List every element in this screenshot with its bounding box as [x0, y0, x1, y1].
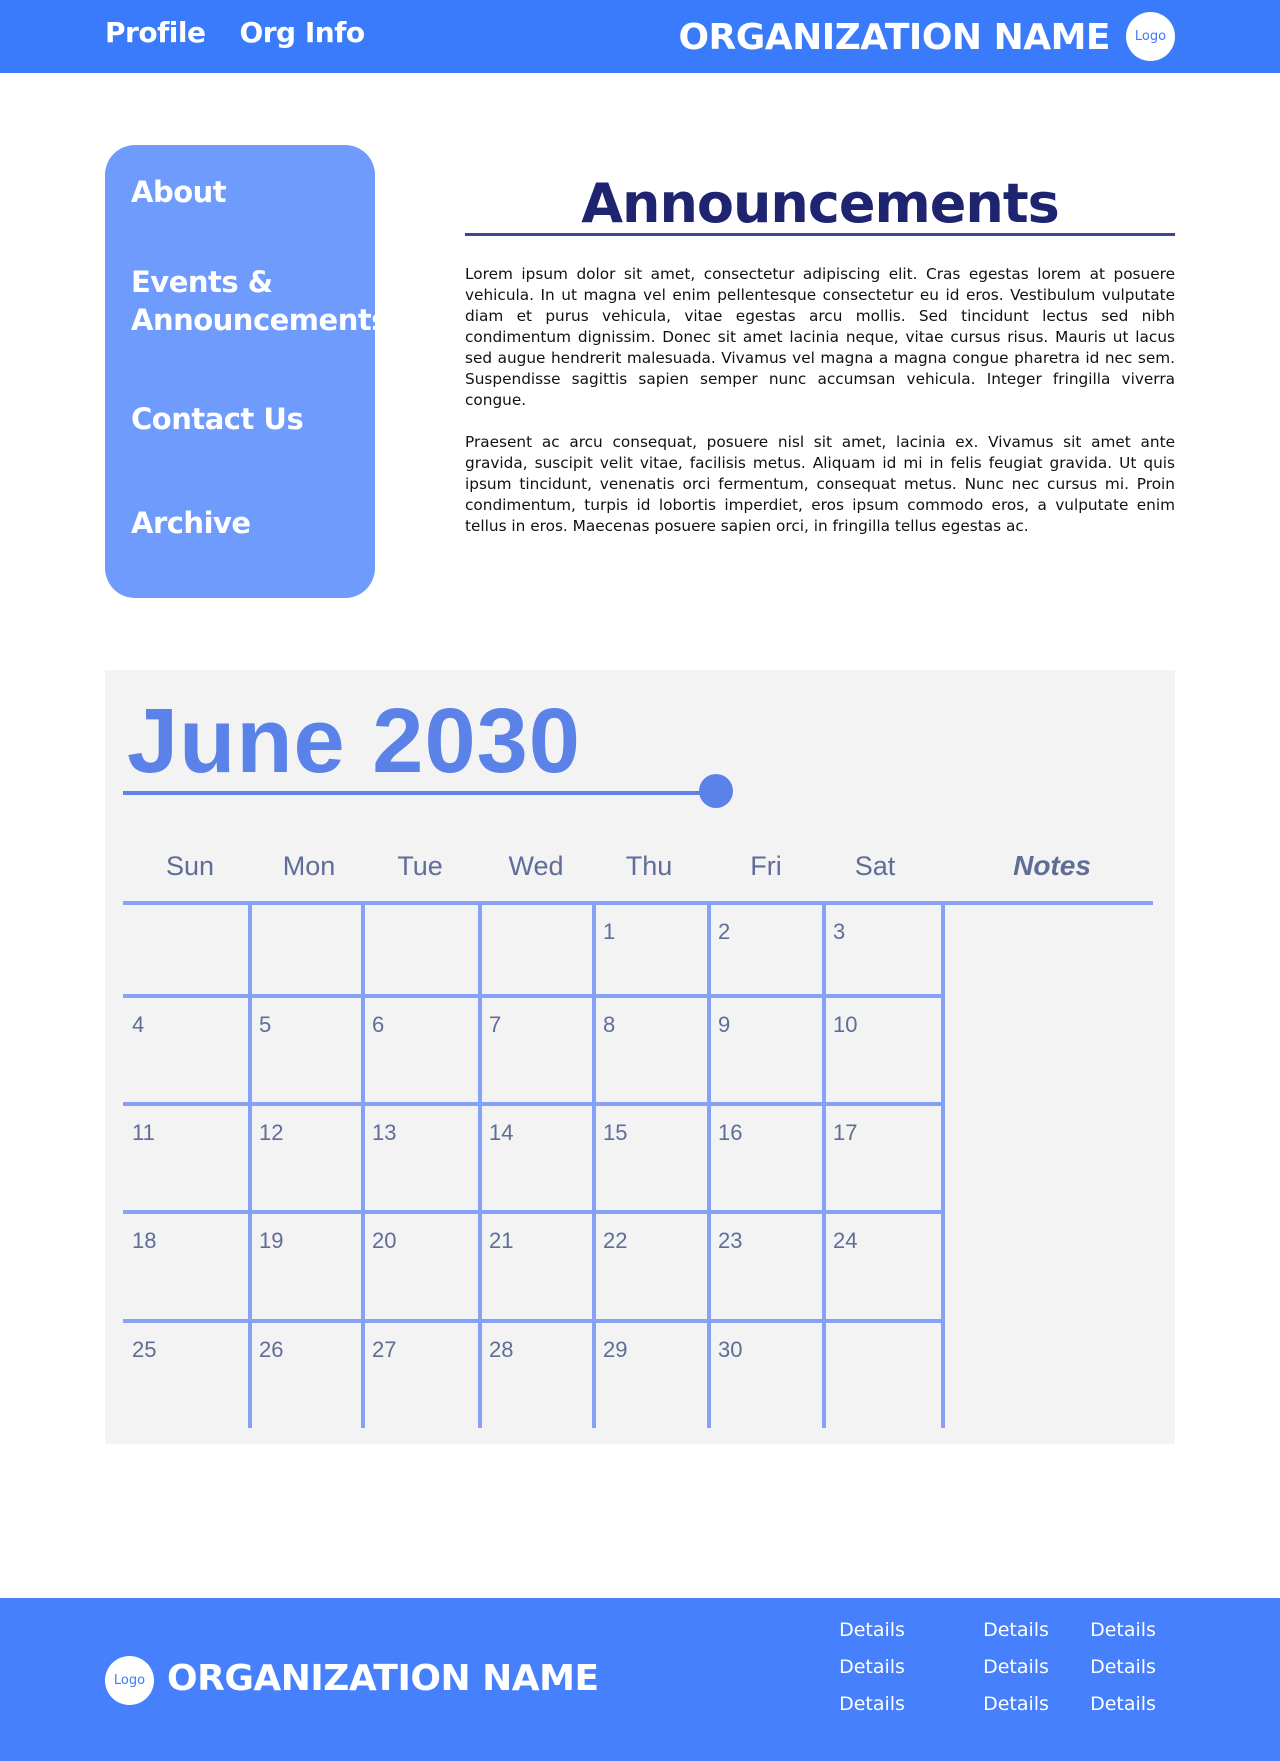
nav-profile-link[interactable]: Profile — [105, 16, 206, 49]
announcement-paragraph: Lorem ipsum dolor sit amet, consectetur … — [465, 265, 1175, 409]
calendar-day-cell[interactable]: 28 — [489, 1337, 513, 1362]
calendar-day-cell[interactable]: 1 — [603, 919, 615, 944]
calendar-day-cell[interactable]: 13 — [372, 1120, 396, 1145]
footer-details-link[interactable]: Details — [800, 1618, 944, 1642]
footer-details-link[interactable]: Details — [800, 1692, 944, 1716]
footer-details-link[interactable]: Details — [1088, 1692, 1158, 1716]
sidebar-item-events-announcements[interactable]: Events & Announcements — [131, 263, 388, 339]
calendar-day-cell[interactable]: 30 — [718, 1337, 742, 1362]
calendar-day-cell[interactable]: 15 — [603, 1120, 627, 1145]
calendar-day-cell[interactable]: 26 — [259, 1337, 283, 1362]
top-nav: Profile Org Info — [105, 16, 365, 49]
calendar-weekday-mon: Mon — [283, 851, 336, 881]
calendar-day-cell[interactable]: 23 — [718, 1228, 742, 1253]
calendar-day-cell[interactable]: 2 — [718, 919, 730, 944]
calendar-day-cell[interactable]: 11 — [132, 1120, 155, 1145]
header-logo[interactable]: Logo — [1126, 12, 1175, 61]
calendar-month-title: June 2030 — [127, 690, 581, 792]
calendar-day-cell[interactable]: 10 — [833, 1012, 857, 1037]
footer: Logo ORGANIZATION NAME Details Details D… — [0, 1598, 1280, 1761]
calendar-day-cell[interactable]: 19 — [259, 1228, 283, 1253]
sidebar-item-about[interactable]: About — [131, 173, 227, 211]
calendar-day-cell[interactable]: 5 — [259, 1012, 271, 1037]
footer-details-link[interactable]: Details — [800, 1655, 944, 1679]
footer-details-link[interactable]: Details — [944, 1655, 1088, 1679]
announcement-paragraph: Praesent ac arcu consequat, posuere nisl… — [465, 433, 1175, 535]
calendar-panel: June 2030 Sun Mon Tue Wed Thu Fri Sat Notes 12… — [105, 670, 1175, 1444]
calendar-day-cell[interactable]: 8 — [603, 1012, 615, 1037]
calendar-day-cell[interactable]: 25 — [132, 1337, 156, 1362]
calendar-graphic: June 2030 Sun Mon Tue Wed Thu Fri Sat Notes 12… — [123, 690, 1153, 1428]
announcements-title: Announcements — [581, 172, 1060, 235]
announcements-body: Lorem ipsum dolor sit amet, consectetur … — [465, 264, 1175, 537]
calendar-day-cell[interactable]: 9 — [718, 1012, 730, 1037]
calendar-title-dot — [699, 774, 733, 808]
sidebar-item-archive[interactable]: Archive — [131, 504, 251, 542]
sidebar-item-contact-us[interactable]: Contact Us — [131, 400, 304, 438]
calendar-day-cell[interactable]: 18 — [132, 1228, 156, 1253]
calendar-day-cell[interactable]: 22 — [603, 1228, 627, 1253]
calendar-day-cell[interactable]: 16 — [718, 1120, 742, 1145]
announcements-divider — [465, 233, 1175, 236]
calendar-day-cell[interactable]: 20 — [372, 1228, 396, 1253]
calendar-day-cell[interactable]: 12 — [259, 1120, 283, 1145]
calendar-day-cell[interactable]: 21 — [489, 1228, 513, 1253]
calendar-weekday-sat: Sat — [855, 851, 896, 881]
calendar-day-cell[interactable]: 24 — [833, 1228, 857, 1253]
calendar-day-cell[interactable]: 3 — [833, 919, 845, 944]
calendar-day-cell[interactable]: 17 — [833, 1120, 857, 1145]
footer-details-link[interactable]: Details — [944, 1618, 1088, 1642]
calendar-day-cell[interactable]: 7 — [489, 1012, 501, 1037]
calendar-day-cell[interactable]: 14 — [489, 1120, 513, 1145]
calendar-weekday-sun: Sun — [166, 851, 214, 881]
sidebar: About Events & Announcements Contact Us … — [105, 145, 388, 598]
footer-org-name: ORGANIZATION NAME — [167, 1658, 599, 1699]
calendar-weekday-wed: Wed — [508, 851, 563, 881]
footer-details-link[interactable]: Details — [1088, 1618, 1158, 1642]
calendar-day-cell[interactable]: 27 — [372, 1337, 396, 1362]
footer-details-link[interactable]: Details — [944, 1692, 1088, 1716]
calendar-day-cell[interactable]: 4 — [132, 1012, 144, 1037]
footer-logo[interactable]: Logo — [105, 1656, 154, 1705]
header-org-name: ORGANIZATION NAME — [678, 17, 1110, 58]
calendar-day-cell[interactable]: 6 — [372, 1012, 384, 1037]
calendar-notes-label: Notes — [1013, 850, 1091, 881]
footer-details-grid: Details Details Details Details Details … — [800, 1618, 1158, 1716]
calendar-weekday-thu: Thu — [626, 851, 673, 881]
calendar-weekday-fri: Fri — [750, 851, 781, 881]
nav-org-info-link[interactable]: Org Info — [239, 16, 365, 49]
calendar-day-cell[interactable]: 29 — [603, 1337, 627, 1362]
top-header: Profile Org Info ORGANIZATION NAME Logo — [0, 0, 1280, 73]
calendar-weekday-tue: Tue — [397, 851, 443, 881]
footer-details-link[interactable]: Details — [1088, 1655, 1158, 1679]
